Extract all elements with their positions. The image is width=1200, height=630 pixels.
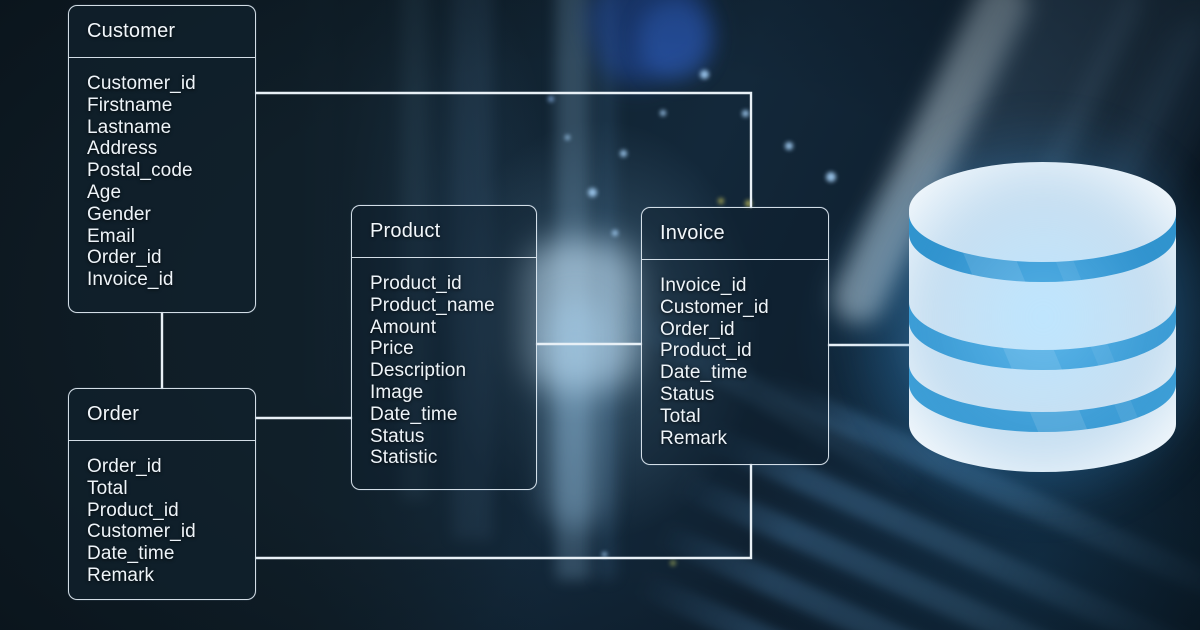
entity-field: Invoice_id: [660, 275, 747, 296]
entity-field: Date_time: [87, 543, 175, 565]
entity-field: Customer_id: [660, 296, 769, 318]
entity-product-header: Product: [352, 206, 536, 258]
entity-field: Remark: [660, 427, 728, 449]
entity-field: Status: [660, 383, 715, 405]
entity-field: Address: [87, 138, 158, 160]
entity-field: Firstname: [87, 94, 173, 116]
entity-order-title: Order: [87, 403, 140, 425]
entity-product-fields: Product_id Product_name Amount Price Des…: [352, 258, 536, 482]
entity-field: Statistic: [370, 447, 438, 469]
entity-field: Order_id: [87, 456, 162, 477]
entity-field: Amount: [370, 316, 437, 338]
entity-customer-header: Customer: [69, 6, 255, 58]
entity-field: Price: [370, 338, 414, 360]
entity-customer-title: Customer: [87, 20, 176, 42]
entity-order[interactable]: Order Order_id Total Product_id Customer…: [68, 388, 256, 600]
entity-field: Invoice_id: [87, 269, 174, 291]
entity-field: Status: [370, 425, 425, 447]
entity-field: Email: [87, 225, 136, 247]
entity-field: Total: [660, 405, 701, 427]
entity-field: Order_id: [660, 318, 735, 340]
entity-product-title: Product: [370, 220, 441, 242]
entity-invoice-title: Invoice: [660, 222, 725, 244]
entity-field: Date_time: [370, 403, 458, 425]
entity-field: Customer_id: [87, 73, 196, 94]
entity-field: Order_id: [87, 247, 162, 269]
entity-field: Image: [370, 381, 424, 403]
entity-customer-fields: Customer_id Firstname Lastname Address P…: [69, 58, 255, 304]
entity-field: Product_id: [370, 273, 462, 294]
entity-invoice-header: Invoice: [642, 208, 828, 260]
entity-field: Remark: [87, 564, 155, 586]
entity-field: Lastname: [87, 116, 172, 138]
entity-field: Product_id: [87, 499, 179, 521]
entity-field: Product_id: [660, 340, 752, 362]
entity-field: Gender: [87, 203, 151, 225]
connector-customer-invoice: [254, 91, 753, 209]
entity-invoice[interactable]: Invoice Invoice_id Customer_id Order_id …: [641, 207, 829, 465]
entity-order-fields: Order_id Total Product_id Customer_id Da…: [69, 441, 255, 600]
entity-order-header: Order: [69, 389, 255, 441]
entity-customer[interactable]: Customer Customer_id Firstname Lastname …: [68, 5, 256, 313]
entity-field: Date_time: [660, 362, 748, 384]
entity-field: Customer_id: [87, 521, 196, 543]
entity-field: Postal_code: [87, 160, 193, 182]
entity-field: Product_name: [370, 294, 495, 316]
entity-field: Age: [87, 181, 122, 203]
entity-field: Description: [370, 360, 467, 382]
entity-field: Total: [87, 477, 128, 499]
er-diagram-canvas: Customer Customer_id Firstname Lastname …: [0, 0, 1200, 630]
entity-product[interactable]: Product Product_id Product_name Amount P…: [351, 205, 537, 490]
database-cylinder-icon[interactable]: [847, 110, 1200, 524]
entity-invoice-fields: Invoice_id Customer_id Order_id Product_…: [642, 260, 828, 462]
